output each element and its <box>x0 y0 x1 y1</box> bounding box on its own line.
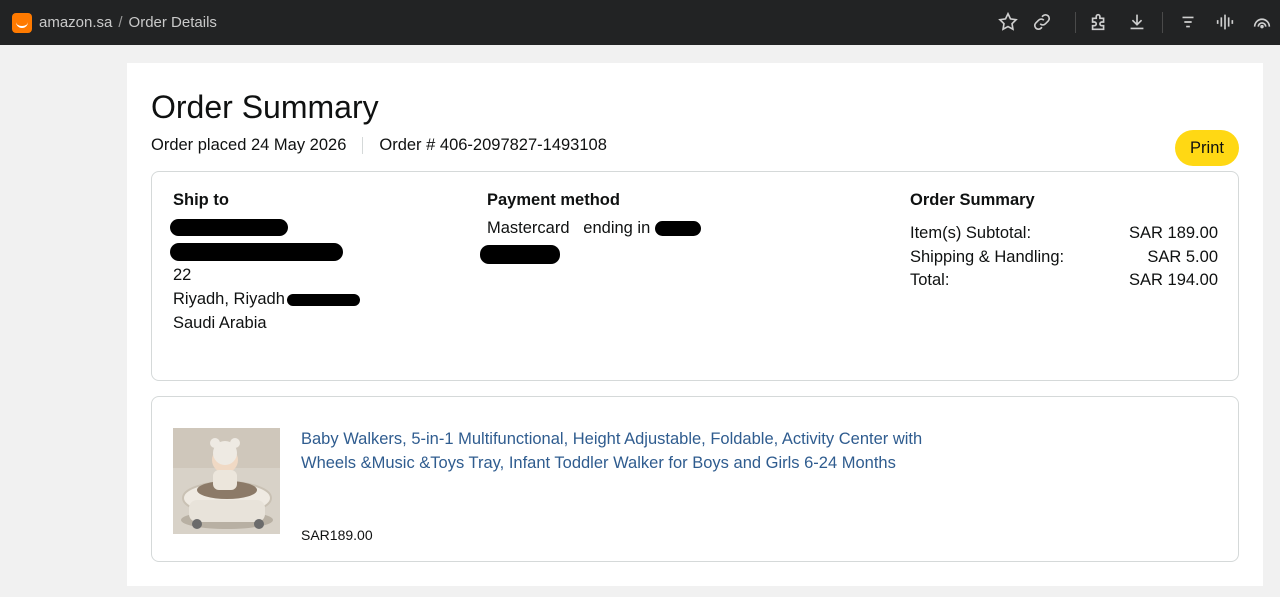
product-image[interactable] <box>173 428 280 534</box>
summary-row-total: Total: SAR 194.00 <box>910 271 1218 290</box>
ship-to-city-line: Riyadh, Riyadh <box>173 290 360 309</box>
meta-divider <box>362 137 364 154</box>
payment-ending-label: ending in <box>583 219 651 237</box>
ship-to-country: Saudi Arabia <box>173 314 267 332</box>
address-bar[interactable]: amazon.sa / Order Details <box>39 14 217 31</box>
payment-card-line: Mastercard ending in <box>487 219 701 238</box>
order-number: Order # 406-2097827-1493108 <box>379 136 607 154</box>
toolbar-divider <box>1075 12 1076 33</box>
menu-icon[interactable] <box>1177 11 1199 33</box>
summary-value: SAR 194.00 <box>1129 271 1218 289</box>
print-button[interactable]: Print <box>1175 130 1239 166</box>
audio-wave-icon[interactable] <box>1214 11 1236 33</box>
order-meta: Order placed 24 May 2026 Order # 406-209… <box>151 136 607 155</box>
page-title: Order Summary <box>151 89 379 125</box>
amazon-favicon-icon <box>12 13 32 33</box>
order-info-box: Ship to 22 Riyadh, Riyadh Saudi Arabia P… <box>151 171 1239 381</box>
link-icon[interactable] <box>1031 11 1053 33</box>
ship-to-heading: Ship to <box>173 191 229 209</box>
ship-to-city: Riyadh, Riyadh <box>173 290 285 308</box>
card-digits-redacted <box>654 221 701 237</box>
summary-label: Shipping & Handling: <box>910 248 1065 266</box>
payment-card-brand: Mastercard <box>487 219 570 237</box>
product-price: SAR189.00 <box>301 527 373 543</box>
payment-heading: Payment method <box>487 191 620 209</box>
toolbar-divider <box>1162 12 1163 33</box>
ship-to-name-redacted <box>170 218 288 237</box>
postal-code-redacted <box>286 293 360 306</box>
browser-toolbar: amazon.sa / Order Details <box>0 0 1280 45</box>
download-icon[interactable] <box>1126 11 1148 33</box>
payment-extra-redacted <box>480 245 560 265</box>
url-page: Order Details <box>128 14 217 31</box>
product-title-link[interactable]: Baby Walkers, 5-in-1 Multifunctional, He… <box>301 427 931 475</box>
url-host: amazon.sa <box>39 14 113 31</box>
summary-heading: Order Summary <box>910 191 1035 209</box>
ship-to-street: 22 <box>173 266 192 284</box>
app-icon[interactable] <box>1251 11 1273 33</box>
star-icon[interactable] <box>997 11 1019 33</box>
summary-label: Item(s) Subtotal: <box>910 224 1032 242</box>
summary-value: SAR 189.00 <box>1129 224 1218 242</box>
summary-row-subtotal: Item(s) Subtotal: SAR 189.00 <box>910 224 1218 243</box>
ship-to-address-redacted <box>170 242 343 261</box>
summary-label: Total: <box>910 271 950 289</box>
order-details-page: Order Summary Order placed 24 May 2026 O… <box>127 63 1263 586</box>
order-placed-date: Order placed 24 May 2026 <box>151 136 347 154</box>
summary-row-shipping: Shipping & Handling: SAR 5.00 <box>910 248 1218 267</box>
extensions-icon[interactable] <box>1088 11 1110 33</box>
order-item-box: Baby Walkers, 5-in-1 Multifunctional, He… <box>151 396 1239 562</box>
url-separator: / <box>118 14 123 31</box>
summary-value: SAR 5.00 <box>1147 248 1218 266</box>
